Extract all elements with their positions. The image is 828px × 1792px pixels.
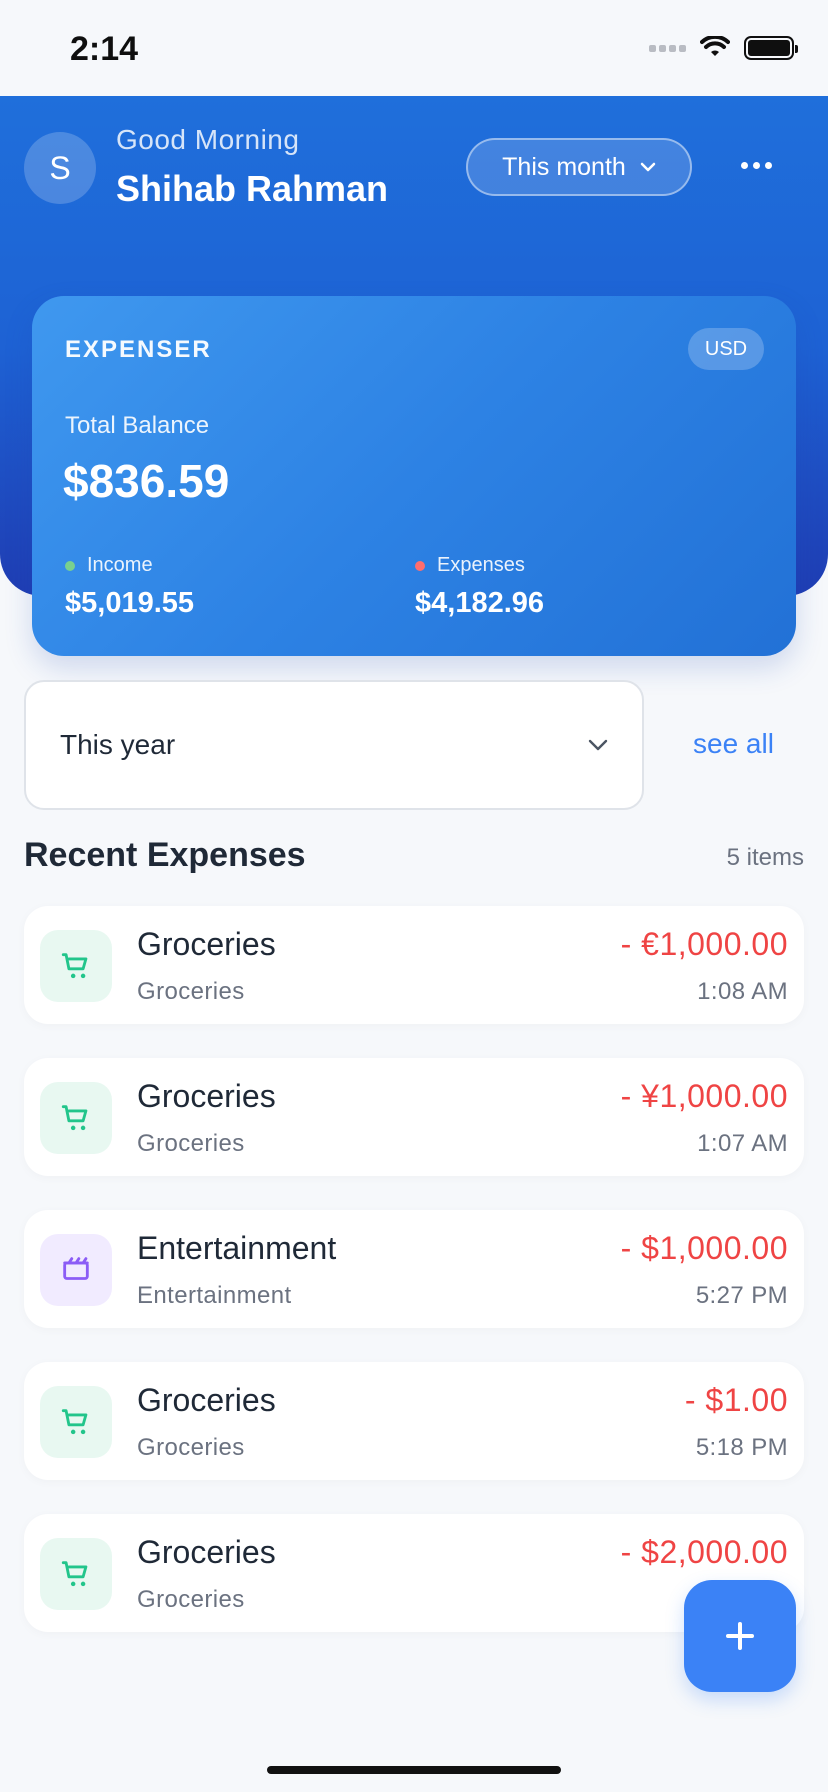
period-filter-label: This month — [502, 152, 626, 181]
expense-category: Groceries — [137, 1434, 245, 1461]
more-options-button[interactable] — [736, 150, 776, 180]
expense-title: Groceries — [137, 1078, 276, 1114]
expenses-label: Expenses — [437, 554, 525, 576]
user-name: Shihab Rahman — [116, 168, 389, 209]
recent-expenses-title: Recent Expenses — [24, 836, 306, 874]
expense-amount: - ¥1,000.00 — [620, 1078, 788, 1114]
expense-amount: - $2,000.00 — [620, 1534, 788, 1570]
wifi-icon — [700, 36, 730, 56]
expense-item[interactable]: Groceries Groceries - €1,000.00 1:08 AM — [24, 906, 804, 1024]
expenses-dot-icon — [415, 560, 425, 571]
income-value: $5,019.55 — [65, 587, 195, 619]
shopping-cart-icon — [40, 1386, 112, 1458]
shopping-cart-icon — [40, 1082, 112, 1154]
status-bar: 2:14 — [0, 0, 828, 96]
date-range-value: This year — [60, 729, 176, 760]
expense-amount: - $1.00 — [684, 1382, 788, 1418]
expense-title: Groceries — [137, 926, 276, 962]
expense-item[interactable]: Entertainment Entertainment - $1,000.00 … — [24, 1210, 804, 1328]
expense-time: 5:18 PM — [695, 1434, 788, 1461]
see-all-link[interactable]: see all — [693, 728, 774, 760]
recent-expenses-count: 5 items — [726, 844, 804, 871]
expense-amount: - €1,000.00 — [620, 926, 788, 962]
chevron-down-icon — [640, 162, 656, 172]
status-time: 2:14 — [70, 30, 139, 68]
expense-title: Entertainment — [137, 1230, 337, 1266]
date-range-select[interactable]: This year — [24, 680, 644, 810]
balance-label: Total Balance — [65, 412, 210, 439]
expense-time: 1:08 AM — [697, 978, 788, 1005]
shopping-cart-icon — [40, 930, 112, 1002]
expense-time: 1:07 AM — [697, 1130, 788, 1157]
brand-label: EXPENSER — [65, 336, 212, 363]
chevron-down-icon — [588, 739, 608, 751]
expense-item[interactable]: Groceries Groceries - $1.00 5:18 PM — [24, 1362, 804, 1480]
home-indicator — [267, 1766, 561, 1774]
expense-category: Groceries — [137, 978, 245, 1005]
expense-category: Entertainment — [137, 1282, 292, 1309]
expenses-value: $4,182.96 — [415, 587, 545, 619]
clapperboard-icon — [40, 1234, 112, 1306]
avatar[interactable]: S — [24, 132, 96, 204]
plus-icon — [726, 1622, 754, 1650]
balance-card: EXPENSER USD Total Balance $836.59 Incom… — [32, 296, 796, 656]
income-label: Income — [87, 554, 153, 576]
balance-value: $836.59 — [63, 455, 230, 507]
expenses-stat: Expenses $4,182.96 — [415, 554, 544, 620]
expense-category: Groceries — [137, 1586, 245, 1613]
add-expense-button[interactable] — [684, 1580, 796, 1692]
battery-icon — [744, 36, 798, 60]
greeting: Good Morning — [116, 124, 300, 155]
status-icons — [649, 36, 798, 60]
income-stat: Income $5,019.55 — [65, 554, 194, 620]
signal-icon — [649, 44, 686, 52]
expense-amount: - $1,000.00 — [620, 1230, 788, 1266]
shopping-cart-icon — [40, 1538, 112, 1610]
income-dot-icon — [65, 560, 75, 571]
expense-category: Groceries — [137, 1130, 245, 1157]
period-filter-button[interactable]: This month — [466, 138, 692, 196]
currency-badge[interactable]: USD — [688, 328, 764, 370]
expense-item[interactable]: Groceries Groceries - ¥1,000.00 1:07 AM — [24, 1058, 804, 1176]
expense-title: Groceries — [137, 1534, 276, 1570]
expense-title: Groceries — [137, 1382, 276, 1418]
expense-time: 5:27 PM — [695, 1282, 788, 1309]
